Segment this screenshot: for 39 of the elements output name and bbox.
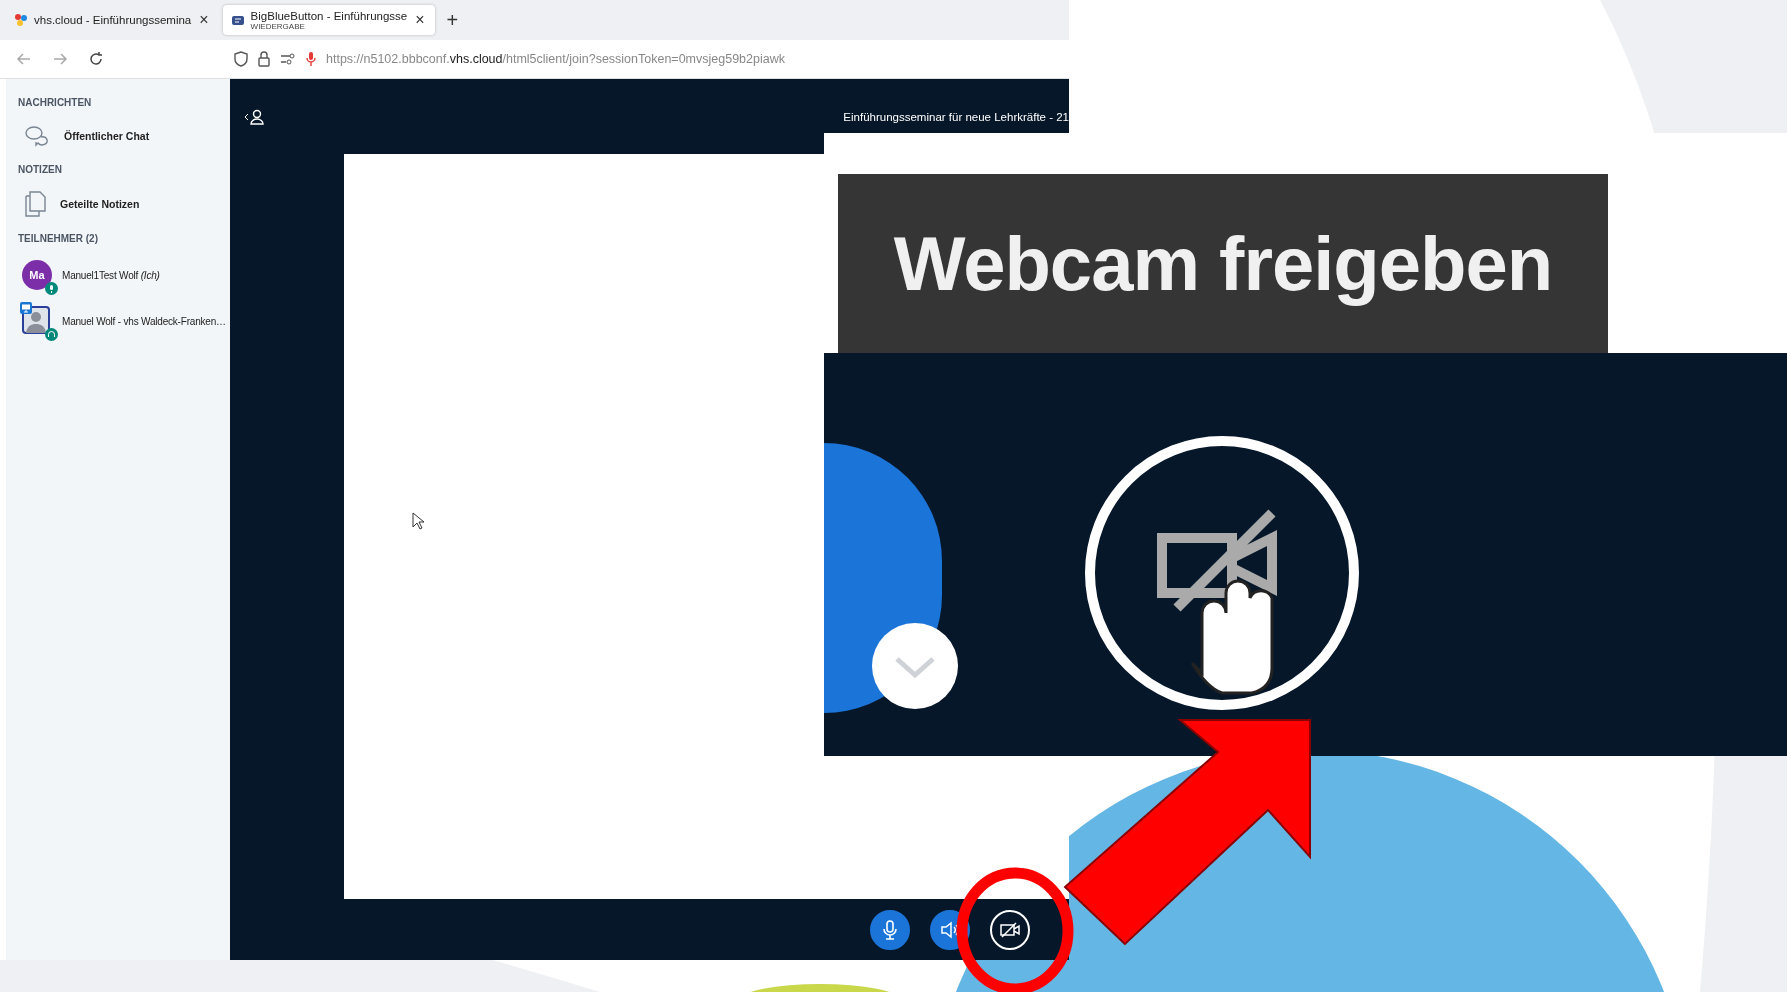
mouse-cursor-icon bbox=[412, 512, 424, 530]
tab-title: vhs.cloud - Einführungssemina bbox=[34, 14, 192, 26]
participant-name: Manuel1Test Wolf (Ich) bbox=[62, 269, 160, 281]
documents-icon bbox=[24, 191, 46, 217]
tab-subtitle: WIEDERGABE bbox=[250, 21, 305, 31]
webcam-button[interactable] bbox=[990, 909, 1030, 950]
microphone-icon bbox=[882, 919, 898, 940]
reload-icon[interactable] bbox=[88, 51, 104, 67]
address-bar[interactable]: https://n5102.bbbconf.vhs.cloud/html5client/join?sessionToken=0mvsjeg59b2piawk bbox=[234, 44, 1053, 74]
chat-bubbles-icon bbox=[24, 124, 50, 148]
browser-tab[interactable]: vhs.cloud - Einführungssemina × bbox=[6, 5, 219, 35]
microphone-button[interactable] bbox=[870, 909, 910, 950]
avatar: Ma bbox=[22, 260, 52, 290]
participant-name: Manuel Wolf - vhs Waldeck-Franken… bbox=[62, 315, 226, 327]
close-tab-button[interactable]: × bbox=[413, 11, 427, 29]
toggle-users-icon[interactable] bbox=[244, 108, 264, 125]
colorful-logo-icon bbox=[14, 13, 28, 27]
tab-title: BigBlueButton - Einführungsse bbox=[250, 9, 408, 22]
sidebar-item[interactable]: Geteilte Notizen bbox=[12, 183, 230, 225]
browser-tab[interactable]: BigBlueButton - Einführungsse WIEDERGABE × bbox=[222, 5, 435, 35]
shield-icon bbox=[234, 51, 248, 67]
lock-icon bbox=[258, 51, 270, 67]
chevron-down-icon bbox=[870, 621, 960, 711]
meeting-title: Einführungsseminar für neue Lehrkräfte - 21 bbox=[843, 110, 1069, 123]
new-tab-button[interactable]: + bbox=[444, 8, 461, 32]
speaker-icon bbox=[940, 920, 960, 939]
microphone-icon bbox=[306, 51, 316, 67]
url-text: https://n5102.bbbconf.vhs.cloud/html5client/join?sessionToken=0mvsjeg59b2piawk bbox=[326, 52, 785, 66]
participant-item[interactable]: Manuel Wolf - vhs Waldeck-Franken… bbox=[12, 298, 230, 344]
permissions-icon bbox=[280, 53, 296, 65]
close-tab-button[interactable]: × bbox=[197, 11, 211, 29]
camera-off-icon bbox=[999, 920, 1021, 939]
section-heading: NOTIZEN bbox=[17, 163, 63, 177]
tooltip: Webcam freigeben bbox=[838, 174, 1608, 353]
section-heading: NACHRICHTEN bbox=[17, 96, 93, 110]
presenter-icon bbox=[20, 302, 32, 314]
section-heading: TEILNEHMER (2) bbox=[17, 232, 99, 246]
participant-item[interactable]: Ma Manuel1Test Wolf (Ich) bbox=[12, 252, 230, 298]
sidebar-item[interactable]: Öffentlicher Chat bbox=[12, 116, 230, 156]
